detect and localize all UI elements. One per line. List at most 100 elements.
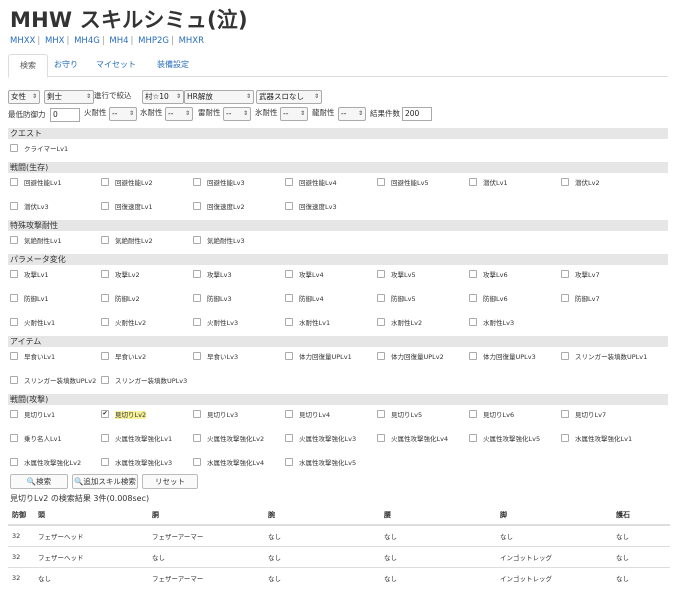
- skill-checkbox[interactable]: 回避性能Lv5: [377, 178, 429, 188]
- skill-checkbox[interactable]: 火属性攻撃強化Lv5: [469, 434, 540, 444]
- skill-checkbox[interactable]: 早食いLv1: [10, 352, 55, 362]
- checkbox-box[interactable]: [193, 458, 201, 466]
- checkbox-box[interactable]: [193, 236, 201, 244]
- checkbox-box[interactable]: [285, 178, 293, 186]
- skill-checkbox[interactable]: 見切りLv3: [193, 410, 238, 420]
- skill-checkbox[interactable]: 攻撃Lv2: [101, 270, 140, 280]
- skill-checkbox[interactable]: 防御Lv1: [10, 294, 49, 304]
- tab-my-set[interactable]: マイセット: [90, 54, 142, 75]
- dragon-res-select[interactable]: -- ⇕: [338, 107, 366, 121]
- checkbox-box[interactable]: [101, 434, 109, 442]
- hr-select[interactable]: HR解放 ⇕: [184, 90, 254, 104]
- checkbox-box[interactable]: [377, 410, 385, 418]
- checkbox-box[interactable]: [561, 294, 569, 302]
- checkbox-box[interactable]: [101, 178, 109, 186]
- skill-checkbox[interactable]: 回復速度Lv1: [101, 202, 153, 212]
- checkbox-box[interactable]: [285, 458, 293, 466]
- skill-checkbox[interactable]: 水属性攻撃強化Lv5: [285, 458, 356, 468]
- skill-checkbox[interactable]: 攻撃Lv4: [285, 270, 324, 280]
- checkbox-box[interactable]: [561, 270, 569, 278]
- tab-charms[interactable]: お守り: [50, 54, 82, 75]
- skill-checkbox[interactable]: 体力回復量UPLv2: [377, 352, 444, 362]
- skill-checkbox[interactable]: 水属性攻撃強化Lv4: [193, 458, 264, 468]
- skill-checkbox[interactable]: 水属性攻撃強化Lv2: [10, 458, 81, 468]
- thunder-res-select[interactable]: -- ⇕: [223, 107, 251, 121]
- skill-checkbox-checked[interactable]: ✔ 見切りLv2: [101, 410, 147, 420]
- skill-checkbox[interactable]: 回避性能Lv1: [10, 178, 62, 188]
- checkbox-box[interactable]: [10, 376, 18, 384]
- checkbox-box[interactable]: [377, 352, 385, 360]
- checkbox-box[interactable]: [10, 352, 18, 360]
- skill-checkbox[interactable]: 攻撃Lv7: [561, 270, 600, 280]
- checkbox-box[interactable]: [10, 270, 18, 278]
- class-select[interactable]: 剣士 ⇕: [44, 90, 94, 104]
- site-link-mhx[interactable]: MHX: [45, 36, 65, 46]
- skill-checkbox[interactable]: 見切りLv1: [10, 410, 55, 420]
- skill-checkbox[interactable]: スリンガー装填数UPLv2: [10, 376, 96, 386]
- checkbox-box[interactable]: [10, 202, 18, 210]
- checkbox-box[interactable]: [561, 178, 569, 186]
- skill-checkbox[interactable]: 火属性攻撃強化Lv4: [377, 434, 448, 444]
- checkbox-box[interactable]: [101, 376, 109, 384]
- skill-checkbox[interactable]: 回避性能Lv3: [193, 178, 245, 188]
- tab-search[interactable]: 検索: [8, 54, 48, 78]
- fire-res-select[interactable]: -- ⇕: [109, 107, 137, 121]
- village-select[interactable]: 村☆10 ⇕: [142, 90, 184, 104]
- checkbox-box[interactable]: [377, 270, 385, 278]
- skill-checkbox[interactable]: 水耐性Lv1: [285, 318, 330, 328]
- skill-checkbox[interactable]: 回避性能Lv2: [101, 178, 153, 188]
- skill-checkbox[interactable]: 防御Lv6: [469, 294, 508, 304]
- skill-checkbox[interactable]: 攻撃Lv3: [193, 270, 232, 280]
- skill-checkbox[interactable]: 水属性攻撃強化Lv1: [561, 434, 632, 444]
- checkbox-box[interactable]: [193, 294, 201, 302]
- skill-checkbox[interactable]: 攻撃Lv1: [10, 270, 49, 280]
- skill-checkbox[interactable]: 火属性攻撃強化Lv1: [101, 434, 172, 444]
- checkbox-box[interactable]: [561, 352, 569, 360]
- site-link-mhp2g[interactable]: MHP2G: [138, 36, 169, 46]
- checkbox-box[interactable]: [101, 236, 109, 244]
- checkbox-box[interactable]: [193, 178, 201, 186]
- checkbox-box[interactable]: [101, 202, 109, 210]
- checkbox-box[interactable]: [377, 178, 385, 186]
- site-link-mh4g[interactable]: MH4G: [74, 36, 100, 46]
- checkbox-box[interactable]: [101, 458, 109, 466]
- skill-checkbox[interactable]: 防御Lv7: [561, 294, 600, 304]
- skill-checkbox[interactable]: 火耐性Lv2: [101, 318, 146, 328]
- checkbox-box[interactable]: [10, 410, 18, 418]
- skill-checkbox[interactable]: 回避性能Lv4: [285, 178, 337, 188]
- skill-checkbox[interactable]: 水耐性Lv2: [377, 318, 422, 328]
- result-count-input[interactable]: 200: [402, 107, 432, 121]
- skill-checkbox[interactable]: 火耐性Lv3: [193, 318, 238, 328]
- checkbox-box[interactable]: [10, 178, 18, 186]
- checkbox-box[interactable]: [377, 294, 385, 302]
- skill-checkbox[interactable]: 体力回復量UPLv1: [285, 352, 352, 362]
- checkbox-box[interactable]: [285, 318, 293, 326]
- skill-checkbox[interactable]: 潜伏Lv1: [469, 178, 508, 188]
- site-link-mhxx[interactable]: MHXX: [10, 36, 35, 46]
- checkbox-box[interactable]: [285, 352, 293, 360]
- checkbox-box[interactable]: [469, 178, 477, 186]
- skill-checkbox[interactable]: 攻撃Lv5: [377, 270, 416, 280]
- checkbox-box[interactable]: [285, 270, 293, 278]
- checkbox-box[interactable]: [10, 434, 18, 442]
- checkbox-box[interactable]: [377, 318, 385, 326]
- checkbox-box[interactable]: [193, 318, 201, 326]
- skill-checkbox[interactable]: スリンガー装填数UPLv1: [561, 352, 647, 362]
- checkbox-box[interactable]: [469, 294, 477, 302]
- skill-checkbox[interactable]: 早食いLv3: [193, 352, 238, 362]
- skill-checkbox[interactable]: 潜伏Lv3: [10, 202, 49, 212]
- skill-checkbox[interactable]: 防御Lv2: [101, 294, 140, 304]
- checkbox-box[interactable]: [10, 294, 18, 302]
- skill-checkbox[interactable]: 火属性攻撃強化Lv2: [193, 434, 264, 444]
- checkbox-box[interactable]: [561, 434, 569, 442]
- checkbox-box[interactable]: [10, 458, 18, 466]
- skill-checkbox[interactable]: 潜伏Lv2: [561, 178, 600, 188]
- skill-checkbox[interactable]: 気絶耐性Lv1: [10, 236, 62, 246]
- checkbox-box[interactable]: [469, 434, 477, 442]
- checkmark-icon[interactable]: ✔: [101, 410, 109, 418]
- checkbox-box[interactable]: [469, 318, 477, 326]
- skill-checkbox[interactable]: 気絶耐性Lv3: [193, 236, 245, 246]
- skill-checkbox[interactable]: 水耐性Lv3: [469, 318, 514, 328]
- checkbox-box[interactable]: [561, 410, 569, 418]
- checkbox-box[interactable]: [377, 434, 385, 442]
